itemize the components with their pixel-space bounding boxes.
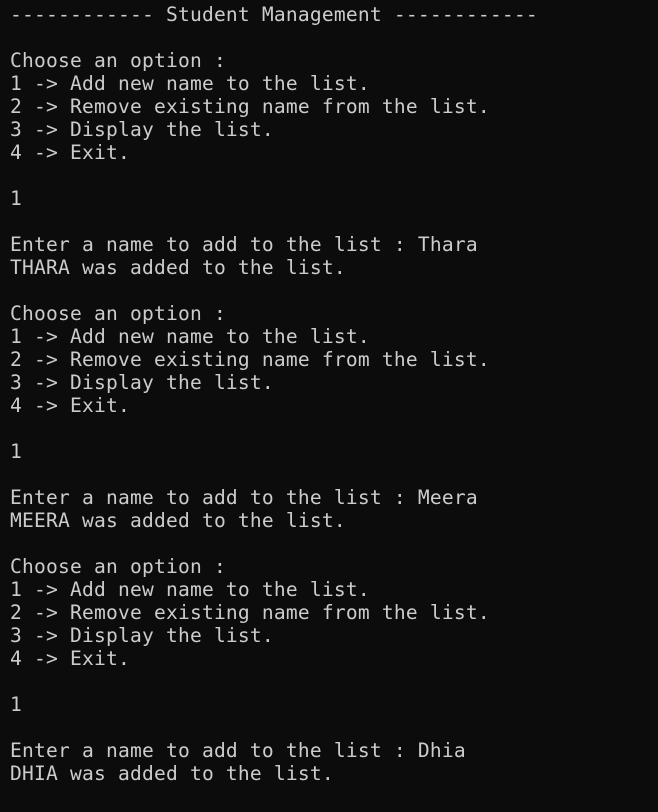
terminal-line-menu-prompt: Choose an option : (10, 302, 226, 325)
terminal-line-menu-prompt: Choose an option : (10, 49, 226, 72)
terminal-line-menu-option: 4 -> Exit. (10, 394, 130, 417)
terminal-line-confirmation: THARA was added to the list. (10, 256, 346, 279)
terminal-line-menu-option: 3 -> Display the list. (10, 371, 274, 394)
terminal-line-menu-option: 1 -> Add new name to the list. (10, 72, 370, 95)
terminal-line-header: ------------ Student Management --------… (10, 3, 538, 26)
terminal-line-menu-option: 2 -> Remove existing name from the list. (10, 601, 490, 624)
terminal-line-menu-option: 1 -> Add new name to the list. (10, 578, 370, 601)
terminal-line-menu-option: 2 -> Remove existing name from the list. (10, 95, 490, 118)
terminal-line-menu-option: 1 -> Add new name to the list. (10, 325, 370, 348)
terminal-line-user-input: 1 (10, 693, 22, 716)
terminal-line-name-prompt: Enter a name to add to the list : Thara (10, 233, 478, 256)
terminal-line-menu-option: 4 -> Exit. (10, 141, 130, 164)
terminal-line-menu-option: 3 -> Display the list. (10, 624, 274, 647)
terminal-line-menu-option: 3 -> Display the list. (10, 118, 274, 141)
terminal-line-menu-option: 2 -> Remove existing name from the list. (10, 348, 490, 371)
terminal-line-user-input: 1 (10, 187, 22, 210)
terminal-line-menu-option: 4 -> Exit. (10, 647, 130, 670)
terminal-line-name-prompt: Enter a name to add to the list : Dhia (10, 739, 466, 762)
terminal-line-confirmation: DHIA was added to the list. (10, 762, 334, 785)
terminal-line-user-input: 1 (10, 440, 22, 463)
terminal-line-name-prompt: Enter a name to add to the list : Meera (10, 486, 478, 509)
terminal-output[interactable]: ------------ Student Management --------… (0, 0, 658, 812)
terminal-line-confirmation: MEERA was added to the list. (10, 509, 346, 532)
terminal-line-menu-prompt: Choose an option : (10, 555, 226, 578)
